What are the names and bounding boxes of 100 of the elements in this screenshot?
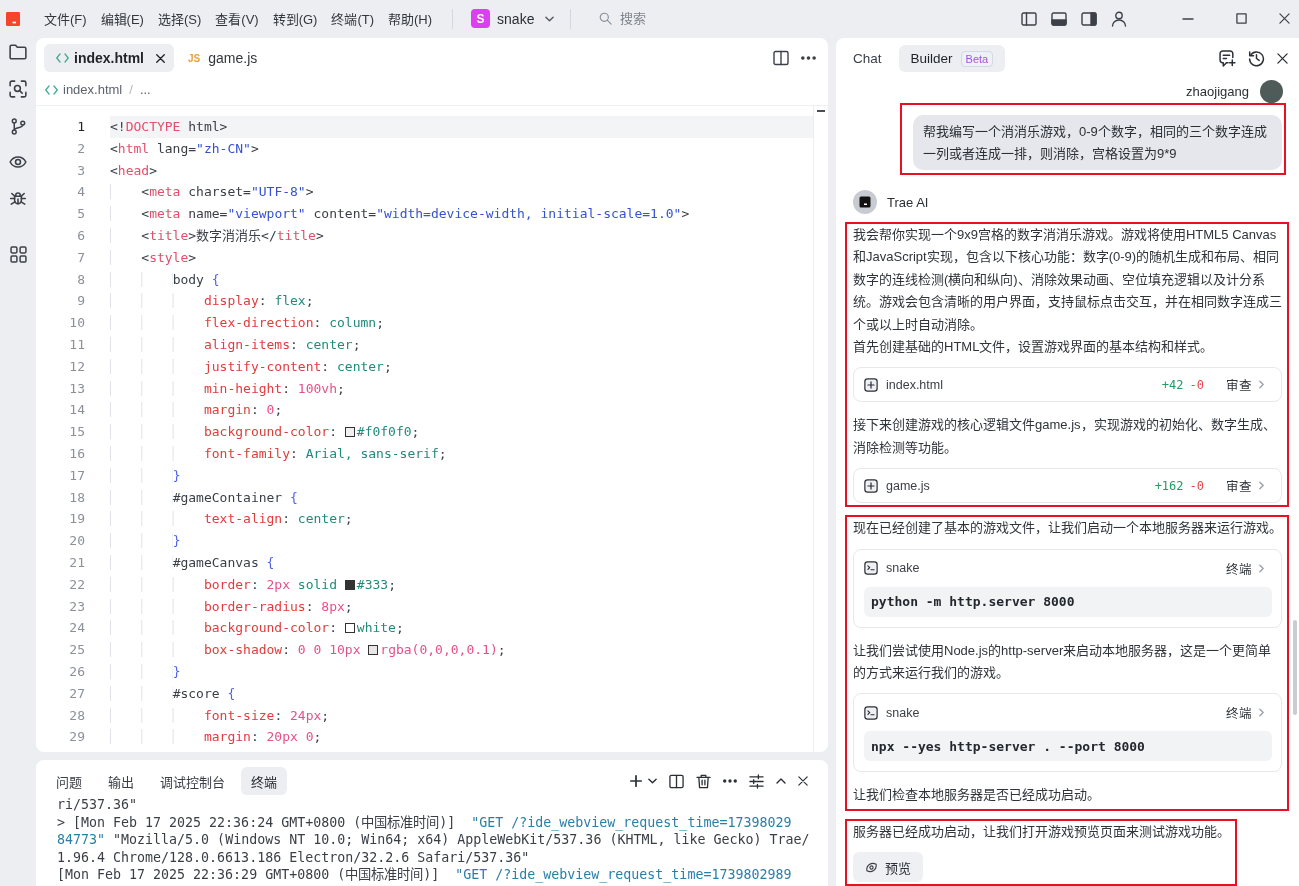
panel-tab[interactable]: 调试控制台 [150,767,235,795]
menu-item[interactable]: 查看(V) [215,6,259,31]
breadcrumb-item[interactable]: ... [139,82,151,97]
trash-icon[interactable] [696,773,711,789]
assistant-name: Trae AI [887,194,929,210]
menu-item[interactable]: 终端(T) [331,6,375,31]
code-text: box-shadow: 0 0 10px [110,642,369,658]
code-line: border-radius: 8px; [110,595,813,618]
menu-item[interactable]: 文件(F) [44,6,87,31]
terminal-name: snake [886,561,921,576]
terminal-icon [864,705,878,720]
removed-count: -0 [1189,377,1204,392]
code-line: <head> [110,161,158,180]
panel-tab[interactable]: 问题 [46,767,92,795]
plus-icon[interactable] [630,775,642,787]
split-icon[interactable] [669,773,684,789]
plus-box-icon [864,478,878,493]
menu-item[interactable]: 转到(G) [272,6,318,31]
layout-right-icon[interactable] [1081,11,1097,26]
message-text: 现在已经创建了基本的游戏文件，让我们启动一个本地服务器来运行游戏。 [853,519,1282,538]
history-icon[interactable] [1248,50,1265,67]
code-line: align-items: center; [110,333,813,356]
folder-icon[interactable] [9,44,27,60]
line-number: 4 [76,183,85,202]
grid-icon[interactable] [9,246,27,263]
breadcrumb-separator: / [129,82,133,97]
line-number: 11 [68,335,85,354]
line-number: 28 [68,706,85,725]
branch-icon[interactable] [9,118,27,135]
removed-count: -0 [1189,478,1204,493]
project-switcher[interactable]: S snake [471,9,555,28]
eye-icon[interactable] [9,155,27,169]
menu-item[interactable]: 编辑(E) [100,6,144,31]
review-button[interactable]: 审查 [1226,476,1264,496]
code-line: } [110,530,813,552]
search-field[interactable]: 搜索 [599,11,653,26]
avatar [1260,80,1283,103]
line-number: 27 [68,684,85,703]
review-button[interactable]: 审查 [1226,375,1264,395]
code-line: font-family: Arial, sans-serif; [110,442,813,465]
code-text: background-color: [110,424,345,440]
menu-item[interactable]: 选择(S) [157,6,202,31]
maximize-icon[interactable] [1236,13,1247,24]
code-icon [56,53,69,63]
editor-tab[interactable]: index.html [44,44,174,72]
line-number: 13 [68,379,85,398]
layout-bottom-icon[interactable] [1051,11,1067,26]
more-icon[interactable] [801,56,816,60]
code-line: <html lang="zh-CN"> [110,139,260,158]
panel-tab[interactable]: Chat [843,45,892,72]
code-block: npx --yes http-server . --port 8000 [864,731,1272,762]
chevron-down-icon [545,15,555,22]
code-line: flex-direction: column; [110,312,813,334]
more-icon[interactable] [723,779,737,783]
layout-left-icon[interactable] [1021,11,1037,26]
chevron-right-icon [1259,380,1264,390]
open-terminal-button[interactable]: 终端 [1226,558,1264,578]
scrollbar-thumb[interactable] [1293,620,1297,715]
open-terminal-button[interactable]: 终端 [1226,703,1264,723]
line-number: 15 [68,423,85,442]
line-number: 2 [76,139,85,158]
line-number: 26 [68,662,85,681]
split-editor-icon[interactable] [773,50,789,66]
menu-item[interactable]: 帮助(H) [388,6,433,31]
chevron-up-icon[interactable] [776,778,786,784]
added-count: +162 [1154,478,1184,493]
person-icon[interactable] [1111,10,1127,27]
line-number: 29 [68,728,85,747]
code-line: margin: 0; [110,399,813,422]
file-name: index.html [886,377,944,392]
sliders-icon[interactable] [749,773,764,789]
code-text: background-color: [110,620,345,636]
panel-tab[interactable]: 输出 [98,767,144,795]
code-line: } [110,464,813,487]
line-number: 24 [68,619,85,638]
line-number: 19 [68,510,85,529]
message-bubble: 帮我编写一个消消乐游戏，0-9个数字，相同的三个数字连成一列或者连成一排，则消除，宫格设置为9*9 [913,115,1282,170]
code-line: margin: 20px 0; [110,726,813,749]
panel-tab[interactable]: Builder Beta [898,45,1006,72]
breadcrumb-item[interactable]: index.html [63,82,123,97]
code-line: min-height: 100vh; [110,377,813,400]
code-line: <meta charset="UTF-8"> [110,181,813,204]
panel-tab[interactable]: 终端 [241,767,287,795]
minimize-icon[interactable] [1182,17,1194,20]
code-line: font-size: 24px; [110,704,813,727]
line-number: 23 [68,597,85,616]
message-text: 我会帮你实现一个9x9宫格的数字消消乐游戏。游戏将使用HTML5 Canvas和JavaScript实现，包含以下核心功能：数字(0-9)的随机生成和布局、相同数字的连线检测(横向和纵向)、消除效果动画、空位填充逻辑以及计分系统。游戏会包含清晰的用户界面，支持鼠标点击交互，并在相同数字连成三个或以上时自动消除。 [853,226,1282,334]
new-chat-icon[interactable] [1219,50,1236,67]
plus-box-icon [864,377,878,392]
bug-icon[interactable] [9,189,27,207]
chevron-down-icon[interactable] [648,778,657,784]
close-icon[interactable] [1279,13,1290,24]
editor-tab[interactable]: JS game.js [176,44,267,72]
preview-button[interactable]: 预览 [853,852,923,883]
line-number: 8 [76,270,85,289]
search-icon[interactable] [9,80,27,98]
terminal-name: snake [886,705,921,720]
beta-tag: Beta [960,50,994,67]
close-icon[interactable] [798,776,808,786]
close-icon[interactable] [1277,53,1288,64]
